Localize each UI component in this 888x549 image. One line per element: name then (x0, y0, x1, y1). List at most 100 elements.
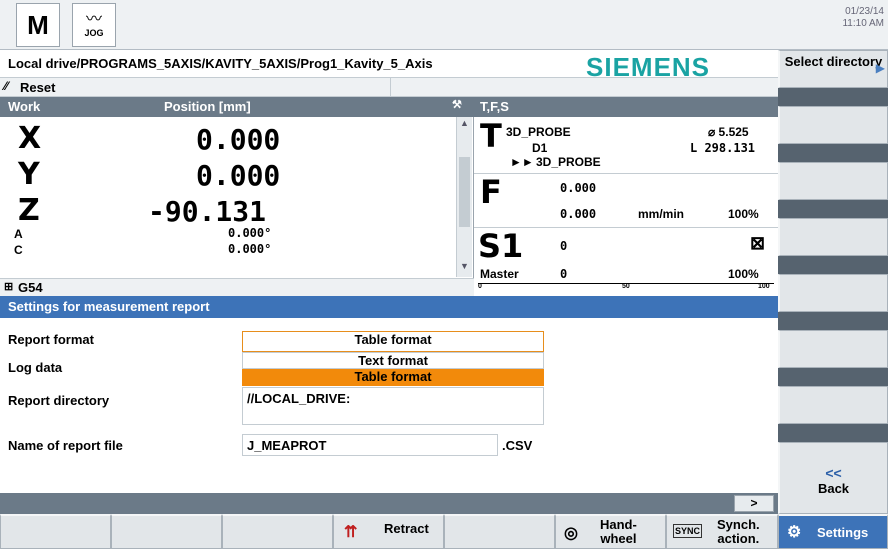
vsk-divider (778, 368, 888, 386)
jog-mode-icon[interactable]: 〰 JOG (72, 3, 116, 47)
horizontal-status-bar (0, 493, 778, 514)
option-text-format[interactable]: Text format (242, 352, 544, 369)
hsk-5[interactable] (444, 514, 555, 549)
file-name-field[interactable]: J_MEAPROT (242, 434, 498, 456)
work-offset: G54 (18, 280, 43, 295)
vsk-6[interactable] (778, 330, 888, 368)
settings-label: Settings (817, 525, 869, 540)
reset-icon: ⁄⁄ (4, 79, 9, 93)
settings-icon: ⚙ (787, 524, 802, 541)
program-path: Local drive/PROGRAMS_5AXIS/KAVITY_5AXIS/… (8, 56, 433, 71)
feed-unit: mm/min (638, 207, 685, 221)
back-label: Back (817, 481, 850, 496)
retract-icon: ⇈ (344, 524, 358, 541)
toggle-view-icon[interactable]: ⚒ (452, 98, 462, 111)
tool-name: 3D_PROBE (506, 125, 571, 139)
synch-action-button[interactable]: SYNC Synch. action. (666, 514, 778, 549)
tfs-header: T,F,S (474, 97, 778, 117)
settings-button[interactable]: ⚙ Settings (778, 514, 888, 549)
scroll-down-icon[interactable]: ▼ (458, 261, 471, 274)
file-extension: .CSV (502, 438, 533, 453)
next-tool: 3D_PROBE (536, 155, 601, 169)
axis-y-value: 0.000 (196, 159, 281, 192)
spindle-set: 0 (560, 267, 568, 281)
synch-icon: SYNC (673, 524, 703, 538)
scale-0: 0 (478, 283, 482, 290)
spindle-override: 100% (728, 267, 759, 281)
retract-label: Retract (384, 521, 429, 536)
scale-100: 100 (758, 283, 770, 290)
vsk-divider (778, 144, 888, 162)
handwheel-button[interactable]: ◎ Hand- wheel (555, 514, 666, 549)
scroll-up-icon[interactable]: ▲ (458, 118, 471, 131)
report-format-label: Report format (8, 332, 94, 347)
spindle-label: Master (480, 267, 519, 281)
vsk-divider (778, 312, 888, 330)
handwheel-icon: ◎ (564, 525, 578, 542)
tool-d: D1 (532, 141, 548, 155)
vsk-2[interactable] (778, 106, 888, 144)
tool-length: L 298.131 (690, 141, 756, 155)
top-bar: M 〰 JOG (0, 0, 778, 50)
position-header-label: Position [mm] (164, 99, 251, 114)
top-right-area: 01/23/14 11:10 AM (778, 0, 888, 50)
log-data-label: Log data (8, 360, 63, 375)
vsk-3[interactable] (778, 162, 888, 200)
back-button[interactable]: << Back (778, 442, 888, 514)
work-offset-line: ⊞ G54 (0, 278, 474, 296)
channel-status-line: ⁄⁄ Reset (0, 78, 778, 97)
axis-a-label: A (14, 227, 23, 241)
retract-button[interactable]: ⇈ Retract (333, 514, 444, 549)
settings-title: Settings for measurement report (8, 299, 210, 314)
vsk-divider (778, 256, 888, 274)
vsk-divider (778, 424, 888, 442)
axis-x-label: X (18, 121, 42, 156)
feed-letter: F (480, 173, 502, 211)
vsk-5[interactable] (778, 274, 888, 312)
report-directory-field[interactable]: //LOCAL_DRIVE: (242, 387, 544, 425)
axis-z-value: -90.131 (148, 195, 267, 228)
work-position-panel: X 0.000 Y 0.000 Z -90.131 A 0.000° C 0.0… (0, 117, 474, 280)
synch-action-label: Synch. action. (717, 517, 760, 546)
select-directory-button[interactable]: Select directory ▶ (778, 50, 888, 88)
program-path-line: Local drive/PROGRAMS_5AXIS/KAVITY_5AXIS/… (0, 50, 778, 82)
vsk-7[interactable] (778, 386, 888, 424)
offset-icon: ⊞ (4, 281, 14, 293)
scale-50: 50 (622, 283, 630, 290)
tool-diameter: ⌀ 5.525 (708, 125, 749, 139)
time-text: 11:10 AM (842, 18, 884, 29)
arrow-right-icon: ▶ (875, 61, 885, 75)
hsk-1[interactable] (0, 514, 111, 549)
scroll-thumb[interactable] (459, 157, 470, 227)
hsk-3[interactable] (222, 514, 333, 549)
feed-override: 100% (728, 207, 759, 221)
tfs-header-label: T,F,S (480, 99, 509, 114)
date-text: 01/23/14 (845, 6, 884, 17)
feed-actual: 0.000 (560, 181, 597, 195)
jog-mode-label: JOG (84, 28, 104, 38)
vsk-divider (778, 200, 888, 218)
spindle-actual: 0 (560, 239, 568, 253)
report-format-select[interactable]: Table format (242, 331, 544, 352)
scroll-right-button[interactable]: > (734, 495, 774, 512)
vsk-4[interactable] (778, 218, 888, 256)
option-table-format[interactable]: Table format (242, 369, 544, 386)
axis-z-label: Z (18, 193, 40, 228)
spindle-stop-icon: ⊠ (750, 233, 766, 253)
axis-c-label: C (14, 243, 23, 257)
tfs-panel: T 3D_PROBE ⌀ 5.525 D1 L 298.131 ►► 3D_PR… (474, 117, 778, 296)
date-time: 01/23/14 11:10 AM (842, 6, 884, 30)
work-header-label: Work (8, 99, 41, 114)
axis-a-value: 0.000° (228, 226, 272, 240)
hsk-2[interactable] (111, 514, 222, 549)
back-arrows-icon: << (825, 465, 842, 481)
settings-title-bar: Settings for measurement report (0, 296, 778, 318)
report-directory-label: Report directory (8, 393, 110, 408)
vsk-divider (778, 88, 888, 106)
work-header: Work Position [mm] ⚒ (0, 97, 474, 117)
channel-status: Reset (20, 80, 56, 95)
axis-c-value: 0.000° (228, 242, 272, 256)
work-scrollbar[interactable]: ▲ ▼ (456, 117, 472, 277)
machine-area-icon[interactable]: M (16, 3, 60, 47)
tool-letter: T (480, 117, 502, 155)
